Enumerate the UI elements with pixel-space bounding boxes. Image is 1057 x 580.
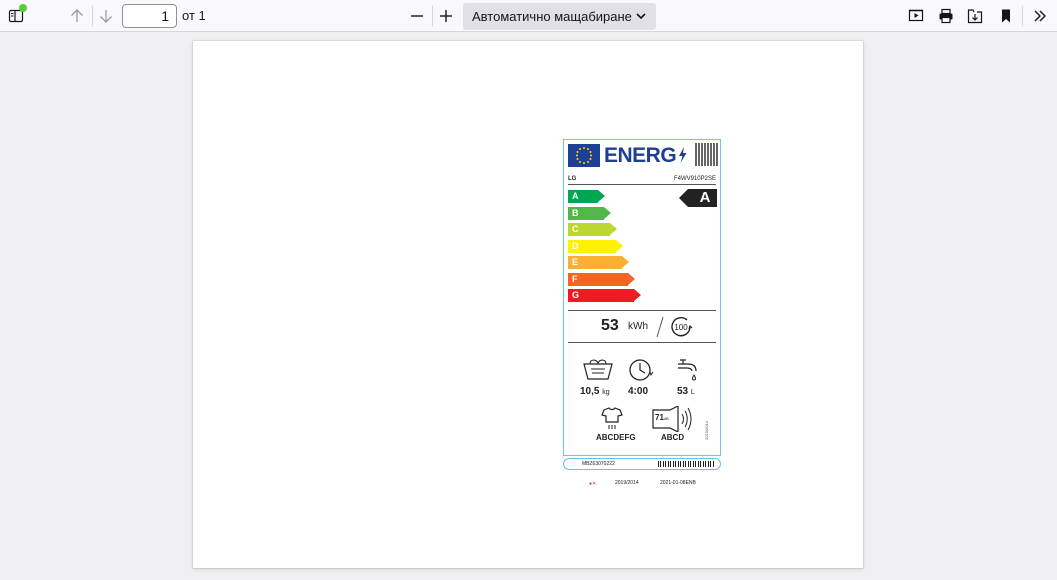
page-count: от 1 (182, 8, 206, 23)
pdf-page: ENERG LG F4WV910P2SE ABCDEFG A 53 kWh 10… (193, 41, 863, 568)
save-icon (967, 8, 983, 24)
minus-icon (409, 8, 425, 24)
brand-name: LG (568, 176, 577, 182)
zoom-select-value: Автоматично мащабиране (472, 9, 632, 24)
presentation-mode-button[interactable] (903, 3, 929, 29)
label-divider (568, 310, 716, 311)
model-number: F4WV910P2SE (673, 176, 716, 182)
notification-dot (19, 4, 27, 12)
arrow-down-icon (98, 8, 114, 24)
footer-right-text: 2021-01-08ENB (660, 480, 696, 486)
energy-class-f: F (568, 272, 635, 286)
eu-flag-icon (568, 144, 600, 167)
qr-code-icon (695, 143, 718, 166)
spin-class: ABCDEFG (596, 433, 636, 442)
energy-label: ENERG LG F4WV910P2SE ABCDEFG A 53 kWh 10… (563, 139, 721, 456)
energy-title: ENERG (604, 144, 677, 167)
print-button[interactable] (933, 3, 959, 29)
zoom-select[interactable]: Автоматично мащабиране (463, 3, 656, 30)
page-number-input[interactable]: 1 (122, 4, 177, 28)
document-viewer[interactable]: ENERG LG F4WV910P2SE ABCDEFG A 53 kWh 10… (0, 32, 1057, 580)
noise-unit: dB (663, 416, 669, 421)
water-tap-icon (676, 358, 700, 389)
double-chevron-right-icon (1032, 8, 1048, 24)
tools-menu-button[interactable] (1027, 3, 1053, 29)
barcode-icon (658, 461, 714, 467)
energy-class-c: C (568, 223, 617, 236)
energy-class-g: G (568, 289, 641, 302)
water-value: 53 L (677, 386, 695, 397)
label-divider (568, 184, 716, 185)
spin-drying-shirt-icon (600, 406, 624, 435)
footer-logo-icon: ●✕ (589, 481, 597, 487)
capacity-number: 10,5 (580, 386, 600, 397)
lightning-icon (678, 147, 687, 168)
arrow-up-icon (69, 8, 85, 24)
barcode-number: MBZ63070222 (582, 461, 615, 467)
duration-value: 4:00 (628, 386, 649, 397)
regulation-number: 2019/2014 (704, 421, 709, 440)
plus-icon (438, 8, 454, 24)
water-unit: L (690, 389, 695, 396)
water-number: 53 (677, 386, 689, 397)
bookmark-button[interactable] (993, 3, 1019, 29)
zoom-out-button[interactable] (404, 3, 430, 29)
laundry-basket-icon (582, 358, 614, 385)
rating-letter: A (699, 189, 711, 206)
footer-left-text: 2019/2014 (615, 480, 639, 486)
next-page-button[interactable] (93, 3, 119, 29)
clock-icon (628, 358, 654, 387)
barcode-strip: MBZ63070222 (563, 458, 721, 470)
energy-class-d: D (568, 239, 623, 253)
energy-class-b: B (568, 206, 611, 220)
energy-class-a: A (568, 190, 605, 203)
noise-db-value: 71dB (655, 413, 669, 422)
toolbar-separator (1022, 6, 1023, 26)
bookmark-icon (998, 8, 1014, 24)
noise-class: ABCD (661, 433, 685, 442)
slash-divider (656, 316, 664, 343)
previous-page-button[interactable] (64, 3, 90, 29)
energy-consumption-unit: kWh (628, 321, 648, 332)
noise-speaker-icon: 71dB (652, 406, 692, 432)
print-icon (938, 8, 954, 24)
save-button[interactable] (962, 3, 988, 29)
noise-number: 71 (655, 413, 664, 422)
capacity-unit: kg (602, 389, 610, 396)
rating-indicator: A (679, 189, 717, 207)
label-divider (568, 342, 716, 343)
presentation-icon (908, 8, 924, 24)
capacity-value: 10,5 kg (580, 386, 610, 397)
pdf-toolbar: 1 от 1 Автоматично мащабиране (0, 0, 1057, 32)
cycles-value: 100 (674, 323, 688, 332)
energy-class-e: E (568, 256, 629, 269)
zoom-in-button[interactable] (433, 3, 459, 29)
energy-consumption-value: 53 (601, 317, 619, 334)
